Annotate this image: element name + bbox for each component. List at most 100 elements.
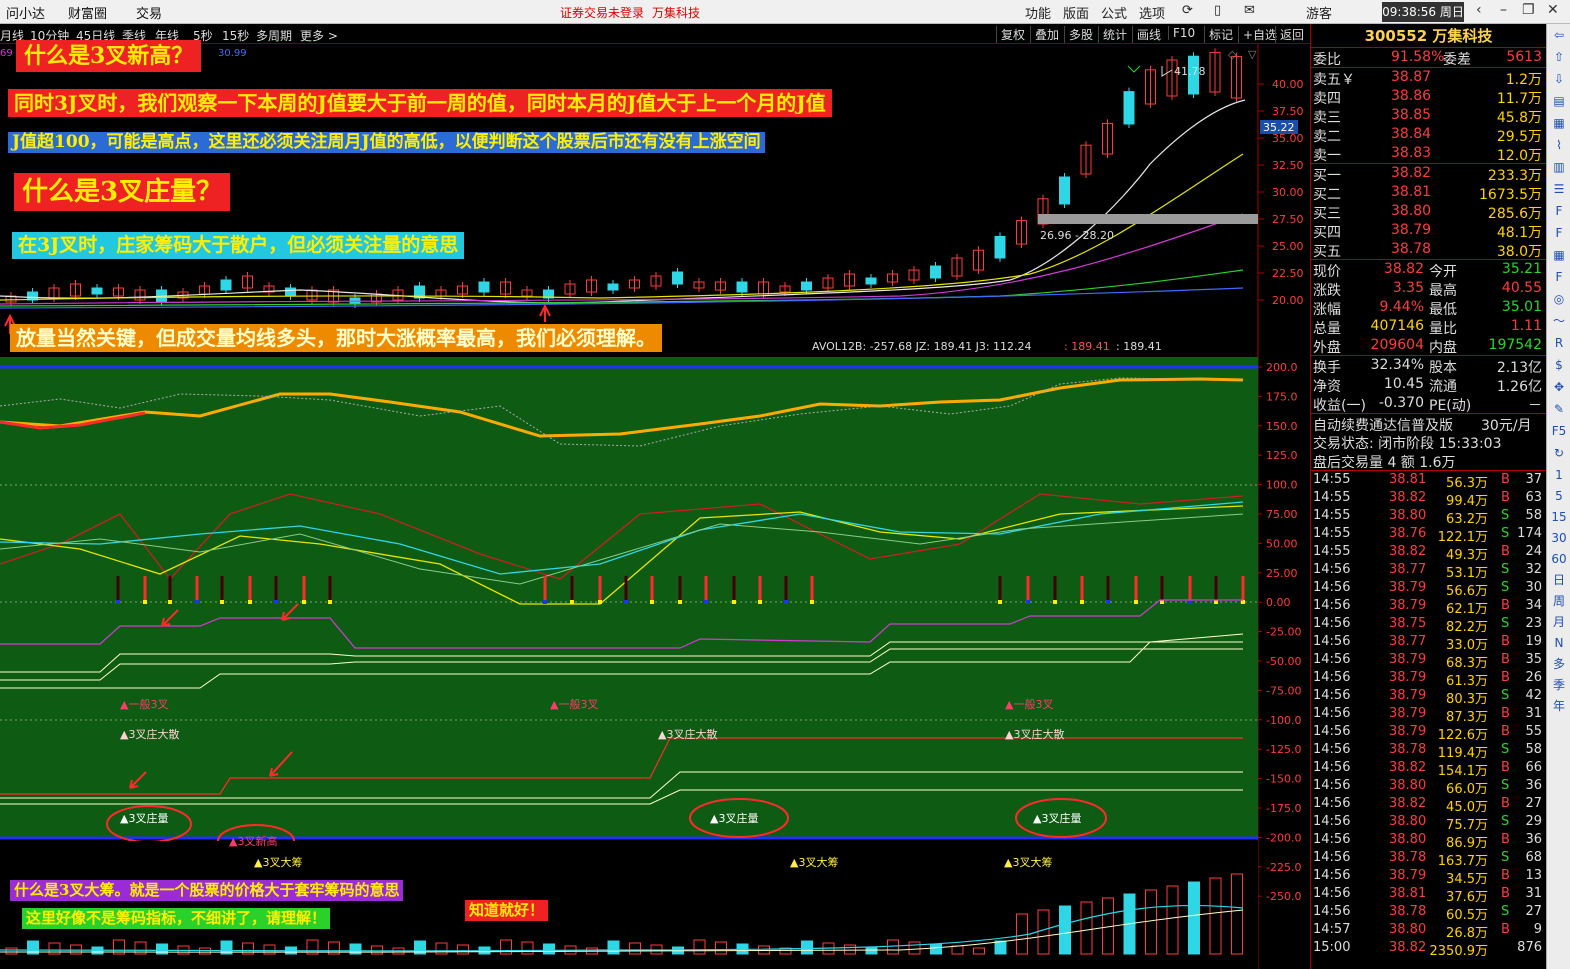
tick-row[interactable]: 14:56 38.79 80.3万 S 42: [1311, 687, 1546, 707]
back-arrow-icon[interactable]: ‹: [1476, 2, 1482, 18]
period-shortcut[interactable]: 1: [1547, 464, 1570, 485]
ad-row[interactable]: 自动续费通达信普及版 30元/月: [1311, 413, 1546, 434]
move-icon[interactable]: ✥: [1547, 376, 1570, 398]
tick-row[interactable]: 14:55 38.76 122.1万 S 174: [1311, 525, 1546, 545]
tick-row[interactable]: 14:56 38.80 66.0万 S 36: [1311, 777, 1546, 797]
user-label[interactable]: 游客: [1306, 3, 1332, 22]
tick-row[interactable]: 14:56 38.79 122.6万 B 55: [1311, 723, 1546, 743]
buy-level-row[interactable]: 买四 38.79 48.1万: [1311, 221, 1546, 241]
tick-row[interactable]: 14:56 38.82 154.1万 B 66: [1311, 759, 1546, 779]
tick-row[interactable]: 14:55 38.81 56.3万 B 37: [1311, 471, 1546, 491]
refresh-icon[interactable]: ⟳: [1182, 3, 1193, 18]
tool-multistock[interactable]: 多股: [1064, 26, 1093, 43]
fund-row[interactable]: 收益(一) -0.370 PE(动) －: [1311, 394, 1546, 414]
pen-icon[interactable]: ✎: [1547, 398, 1570, 420]
stat-row[interactable]: 涨跌 3.35 最高 40.55: [1311, 279, 1546, 299]
sell-level-row[interactable]: 卖三 38.85 45.8万: [1311, 106, 1546, 126]
tick-row[interactable]: 15:00 38.82 2350.9万 876: [1311, 939, 1546, 959]
buy-level-row[interactable]: 买一 38.82 233.3万: [1311, 164, 1546, 184]
minimize-icon[interactable]: –: [1500, 2, 1507, 18]
arrow-left-icon[interactable]: ⇦: [1547, 24, 1570, 46]
period-shortcut[interactable]: N: [1547, 632, 1570, 653]
tick-row[interactable]: 14:56 38.81 37.6万 B 31: [1311, 885, 1546, 905]
mail-icon[interactable]: ✉: [1244, 3, 1255, 18]
sell-level-row[interactable]: 卖二 38.84 29.5万: [1311, 125, 1546, 145]
tick-row[interactable]: 14:56 38.78 119.4万 S 58: [1311, 741, 1546, 761]
tool-f10[interactable]: F10: [1168, 26, 1195, 40]
tick-row[interactable]: 14:56 38.79 61.3万 B 26: [1311, 669, 1546, 689]
tick-row[interactable]: 14:56 38.79 87.3万 B 31: [1311, 705, 1546, 725]
close-icon[interactable]: ✕: [1547, 2, 1559, 18]
period-more[interactable]: 更多 >: [300, 27, 338, 44]
tick-row[interactable]: 14:56 38.77 33.0万 B 19: [1311, 633, 1546, 653]
tick-row[interactable]: 14:56 38.82 45.0万 B 27: [1311, 795, 1546, 815]
tick-row[interactable]: 14:57 38.80 26.8万 B 9: [1311, 921, 1546, 941]
tick-row[interactable]: 14:55 38.82 49.3万 B 24: [1311, 543, 1546, 563]
table-icon[interactable]: ▦: [1547, 244, 1570, 266]
login-notice[interactable]: 证券交易未登录: [560, 4, 644, 21]
menu-function[interactable]: 功能: [1025, 3, 1051, 22]
menu-formula[interactable]: 公式: [1101, 3, 1127, 22]
tick-row[interactable]: 14:56 38.79 34.5万 B 13: [1311, 867, 1546, 887]
dropdown-icon[interactable]: ▽: [1248, 48, 1257, 61]
line-icon[interactable]: 〜: [1547, 310, 1570, 332]
document-icon[interactable]: ▤: [1547, 90, 1570, 112]
period-shortcut[interactable]: 30: [1547, 527, 1570, 548]
arrow-up-icon[interactable]: ⇧: [1547, 46, 1570, 68]
f-icon[interactable]: F: [1547, 222, 1570, 244]
rsi-icon[interactable]: R: [1547, 332, 1570, 354]
stat-row[interactable]: 外盘 209604 内盘 197542: [1311, 336, 1546, 356]
bar-icon[interactable]: ▥: [1547, 156, 1570, 178]
grid-icon[interactable]: ▦: [1547, 112, 1570, 134]
tool-rights[interactable]: 复权: [996, 26, 1025, 43]
tick-list[interactable]: 14:55 38.81 56.3万 B 37 14:55 38.82 99.4万 B 63 14:5…: [1311, 470, 1546, 959]
tool-draw[interactable]: 画线: [1132, 26, 1161, 43]
f-icon[interactable]: F: [1547, 266, 1570, 288]
restore-icon[interactable]: ❐: [1522, 2, 1535, 18]
sell-level-row[interactable]: 卖五￥ 38.87 1.2万: [1311, 68, 1546, 88]
indicator-pane[interactable]: [0, 357, 1258, 839]
menu-layout[interactable]: 版面: [1063, 3, 1089, 22]
refresh-icon[interactable]: ↻: [1547, 442, 1570, 464]
period-shortcut[interactable]: 15: [1547, 506, 1570, 527]
period-shortcut[interactable]: 月: [1547, 611, 1570, 632]
menu-wenxiaoda[interactable]: 问小达: [6, 3, 45, 22]
period-shortcut[interactable]: 多: [1547, 653, 1570, 674]
money-icon[interactable]: $: [1547, 354, 1570, 376]
tick-row[interactable]: 14:56 38.79 68.3万 B 35: [1311, 651, 1546, 671]
tick-row[interactable]: 14:55 38.82 99.4万 B 63: [1311, 489, 1546, 509]
f5-icon[interactable]: F5: [1547, 420, 1570, 442]
tick-row[interactable]: 14:56 38.80 86.9万 B 36: [1311, 831, 1546, 851]
period-shortcut[interactable]: 5: [1547, 485, 1570, 506]
tool-add-watch[interactable]: +自选: [1238, 26, 1277, 43]
tool-mark[interactable]: 标记: [1204, 26, 1233, 43]
period-shortcut[interactable]: 60: [1547, 548, 1570, 569]
tick-row[interactable]: 14:56 38.77 53.1万 S 32: [1311, 561, 1546, 581]
tick-row[interactable]: 14:55 38.80 63.2万 S 58: [1311, 507, 1546, 527]
chart-area[interactable]: 40.00 37.50 35.00 32.50 30.00 27.50 25.00 22.50…: [0, 40, 1310, 969]
period-shortcut[interactable]: 周: [1547, 590, 1570, 611]
sell-level-row[interactable]: 卖四 38.86 11.7万: [1311, 87, 1546, 107]
arrow-down-icon[interactable]: ⇩: [1547, 68, 1570, 90]
stat-row[interactable]: 现价 38.82 今开 35.21: [1311, 260, 1546, 280]
buy-level-row[interactable]: 买三 38.80 285.6万: [1311, 202, 1546, 222]
fund-row[interactable]: 净资 10.45 流通 1.26亿: [1311, 375, 1546, 395]
tick-row[interactable]: 14:56 38.78 60.5万 S 27: [1311, 903, 1546, 923]
sell-level-row[interactable]: 卖一 38.83 12.0万: [1311, 144, 1546, 164]
period-shortcut[interactable]: 年: [1547, 695, 1570, 716]
f-icon[interactable]: F: [1547, 200, 1570, 222]
circle-icon[interactable]: ◎: [1547, 288, 1570, 310]
phone-icon[interactable]: ▯: [1214, 3, 1221, 18]
menu-options[interactable]: 选项: [1139, 3, 1165, 22]
fund-row[interactable]: 换手 32.34% 股本 2.13亿: [1311, 356, 1546, 376]
period-shortcut[interactable]: 日: [1547, 569, 1570, 590]
chart-icon[interactable]: ⌇: [1547, 134, 1570, 156]
tick-row[interactable]: 14:56 38.80 75.7万 S 29: [1311, 813, 1546, 833]
period-shortcut[interactable]: 季: [1547, 674, 1570, 695]
period-15sec[interactable]: 15秒: [222, 27, 249, 44]
tool-stats[interactable]: 统计: [1098, 26, 1127, 43]
tool-overlay[interactable]: 叠加: [1030, 26, 1059, 43]
diamond-icon[interactable]: ◇: [1228, 48, 1237, 61]
stat-row[interactable]: 涨幅 9.44% 最低 35.01: [1311, 298, 1546, 318]
period-multi[interactable]: 多周期: [256, 27, 292, 44]
